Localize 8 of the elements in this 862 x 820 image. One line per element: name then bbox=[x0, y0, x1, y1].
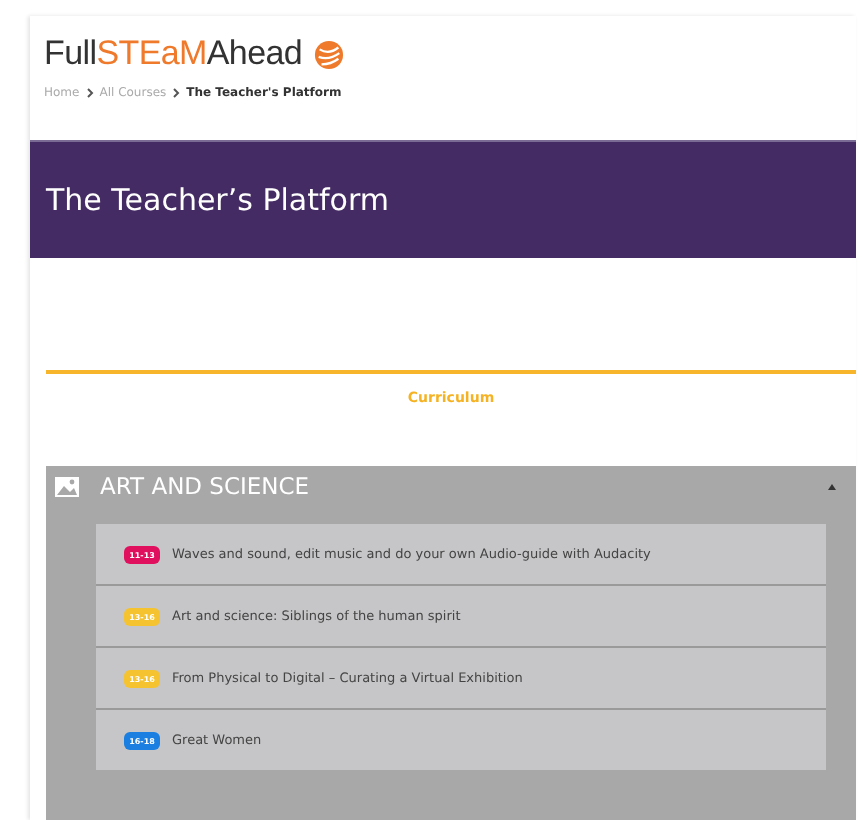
collapse-icon[interactable] bbox=[828, 483, 836, 489]
image-icon bbox=[54, 475, 80, 497]
logo-icon bbox=[314, 39, 345, 69]
page-title: The Teacher’s Platform bbox=[46, 182, 389, 218]
chevron-icon bbox=[172, 88, 181, 98]
section-title: ART AND SCIENCE bbox=[100, 472, 312, 500]
chevron-icon bbox=[85, 88, 94, 98]
logo-text[interactable]: FullSTEaMAhead bbox=[44, 34, 303, 74]
